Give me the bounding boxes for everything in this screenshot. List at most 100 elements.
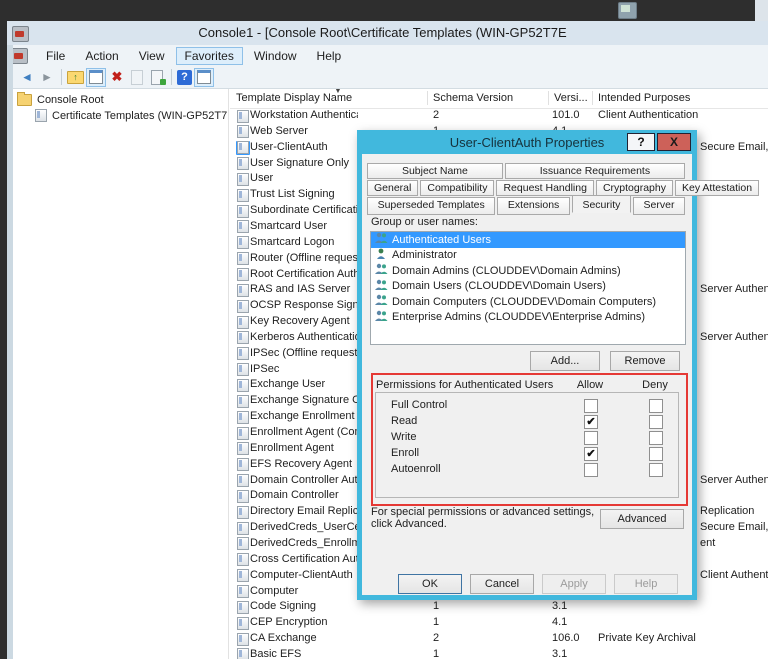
dialog-close-button[interactable]: X [657, 133, 691, 151]
permission-row: Enroll✔ [376, 446, 676, 462]
group-name: Domain Admins (CLOUDDEV\Domain Admins) [392, 265, 621, 277]
tab-cryptography[interactable]: Cryptography [596, 180, 673, 196]
advanced-button[interactable]: Advanced [600, 509, 684, 529]
tab-request-handling[interactable]: Request Handling [496, 180, 593, 196]
column-divider[interactable] [548, 91, 549, 105]
template-name: RAS and IAS Server [250, 283, 358, 295]
tab-security[interactable]: Security [572, 195, 631, 213]
row-selection [236, 378, 250, 392]
deny-checkbox-read[interactable] [649, 415, 663, 429]
deny-checkbox-autoenroll[interactable] [649, 463, 663, 477]
group-name: Authenticated Users [392, 234, 491, 246]
add-button[interactable]: Add... [530, 351, 600, 371]
group-name: Administrator [392, 249, 457, 261]
group-icon [374, 294, 392, 309]
group-list-item[interactable]: Enterprise Admins (CLOUDDEV\Enterprise A… [371, 310, 685, 326]
certificate-template-icon [237, 522, 249, 535]
column-divider[interactable] [427, 91, 428, 105]
group-list-item[interactable]: Authenticated Users [371, 232, 685, 248]
group-list-item[interactable]: Domain Admins (CLOUDDEV\Domain Admins) [371, 263, 685, 279]
allow-checkbox-enroll[interactable]: ✔ [584, 447, 598, 461]
table-row[interactable]: Workstation Authentication2101.0Client A… [230, 108, 768, 124]
apply-button: Apply [542, 574, 606, 594]
export-list-icon[interactable] [148, 69, 166, 86]
table-row[interactable]: CA Exchange2106.0Private Key Archival [230, 631, 768, 647]
tab-general[interactable]: General [367, 180, 418, 196]
schema-version-value: 2 [433, 632, 439, 644]
tab-issuance-requirements[interactable]: Issuance Requirements [505, 163, 685, 179]
intended-purpose-value: Server Authenti [700, 331, 768, 343]
row-selection [236, 315, 250, 329]
tab-superseded-templates[interactable]: Superseded Templates [367, 197, 495, 215]
toolbar-separator [171, 69, 172, 85]
certificate-template-icon [237, 220, 249, 233]
row-selection [236, 141, 250, 155]
menu-action[interactable]: Action [76, 47, 127, 65]
intended-purpose-value: Client Authentication [598, 109, 698, 121]
table-row[interactable]: CEP Encryption14.1 [230, 615, 768, 631]
new-window-icon[interactable] [194, 68, 214, 87]
menu-window[interactable]: Window [245, 47, 306, 65]
group-icon [374, 232, 392, 247]
cancel-button[interactable]: Cancel [470, 574, 534, 594]
tab-subject-name[interactable]: Subject Name [367, 163, 503, 179]
row-selection [236, 410, 250, 424]
template-name: Enrollment Agent (Compu [250, 426, 358, 438]
allow-checkbox-write[interactable] [584, 431, 598, 445]
table-row[interactable]: Code Signing13.1 [230, 599, 768, 615]
remove-button[interactable]: Remove [610, 351, 680, 371]
template-name: Exchange User [250, 378, 358, 390]
template-name: Kerberos Authentication [250, 331, 358, 343]
allow-checkbox-autoenroll[interactable] [584, 463, 598, 477]
deny-checkbox-write[interactable] [649, 431, 663, 445]
deny-checkbox-full-control[interactable] [649, 399, 663, 413]
group-icon [374, 263, 392, 278]
allow-checkbox-full-control[interactable] [584, 399, 598, 413]
tree-item-console-root[interactable]: Console Root [17, 92, 104, 107]
tab-extensions[interactable]: Extensions [497, 197, 570, 215]
tab-row-3: Superseded TemplatesExtensionsSecuritySe… [367, 197, 687, 215]
menu-view[interactable]: View [130, 47, 174, 65]
tab-key-attestation[interactable]: Key Attestation [675, 180, 759, 196]
dialog-title: User-ClientAuth Properties [450, 135, 605, 150]
properties-icon[interactable] [128, 69, 146, 86]
column-divider[interactable] [592, 91, 593, 105]
help-icon[interactable]: ? [177, 70, 192, 85]
deny-checkbox-enroll[interactable] [649, 447, 663, 461]
version-value: 106.0 [552, 632, 580, 644]
back-icon[interactable]: ◄ [18, 69, 36, 86]
tab-server[interactable]: Server [633, 197, 685, 215]
intended-purpose-value: ent [700, 537, 715, 549]
tab-compatibility[interactable]: Compatibility [420, 180, 494, 196]
template-name: EFS Recovery Agent [250, 458, 358, 470]
up-one-level-icon[interactable]: ↑ [67, 71, 84, 84]
allow-checkbox-read[interactable]: ✔ [584, 415, 598, 429]
dialog-help-button[interactable]: ? [627, 133, 655, 151]
column-header-intended-purposes[interactable]: Intended Purposes [598, 92, 690, 104]
group-list-item[interactable]: Administrator [371, 248, 685, 264]
column-header-schema-version[interactable]: Schema Version [433, 92, 513, 104]
ok-button[interactable]: OK [398, 574, 462, 594]
certificate-template-icon [237, 284, 249, 297]
column-header-version[interactable]: Versi... [554, 92, 588, 104]
template-name: User-ClientAuth [250, 141, 358, 153]
tree-item-certificate-templates[interactable]: Certificate Templates (WIN-GP52T7EJ [35, 108, 229, 123]
window-titlebar[interactable]: Console1 - [Console Root\Certificate Tem… [7, 21, 768, 46]
certificate-template-icon [237, 331, 249, 344]
menu-favorites[interactable]: Favorites [176, 47, 243, 65]
row-selection [236, 157, 250, 171]
permission-row: Autoenroll [376, 462, 676, 478]
row-selection [236, 172, 250, 186]
certificate-template-icon [35, 109, 47, 122]
row-selection [236, 585, 250, 599]
menu-file[interactable]: File [37, 47, 74, 65]
group-list-item[interactable]: Domain Users (CLOUDDEV\Domain Users) [371, 279, 685, 295]
delete-icon[interactable]: ✖ [108, 69, 126, 86]
show-console-tree-icon[interactable] [86, 68, 106, 87]
certificate-template-icon [237, 395, 249, 408]
group-list-item[interactable]: Domain Computers (CLOUDDEV\Domain Comput… [371, 294, 685, 310]
table-row[interactable]: Basic EFS13.1 [230, 647, 768, 659]
desktop-backdrop [0, 0, 755, 21]
forward-icon[interactable]: ► [38, 69, 56, 86]
menu-help[interactable]: Help [308, 47, 351, 65]
